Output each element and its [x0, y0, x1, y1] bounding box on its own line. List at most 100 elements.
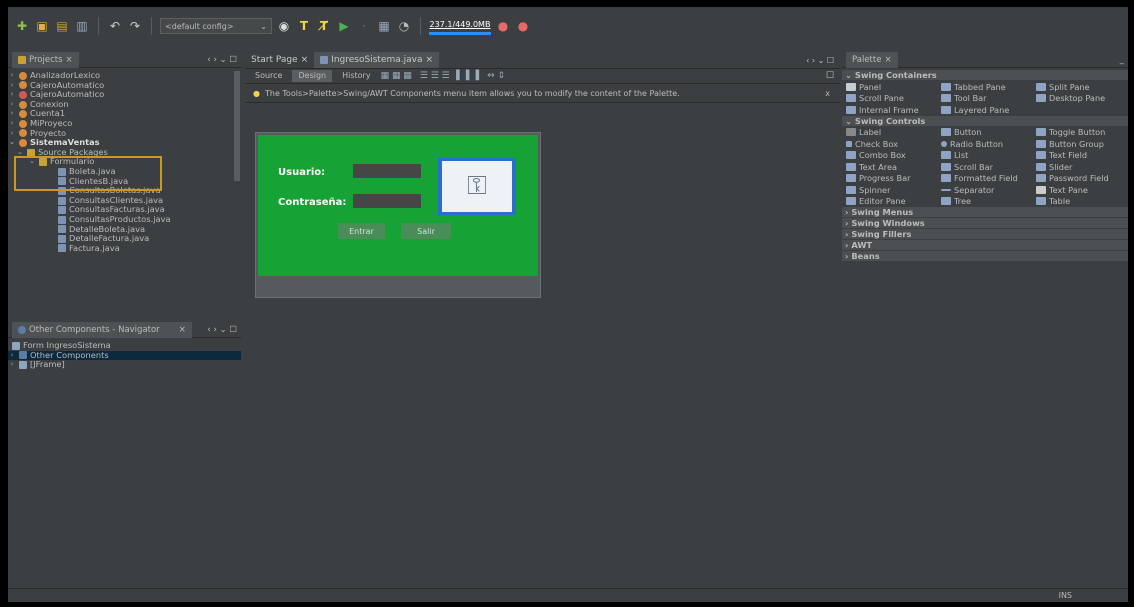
palette-item-editor-pane[interactable]: Editor Pane [842, 196, 937, 208]
category-label: Swing Controls [854, 115, 926, 126]
tree-item-file[interactable]: Factura.java [8, 243, 234, 254]
profile-icon[interactable]: ◔ [396, 18, 412, 34]
jframe-form[interactable]: Usuario: Contraseña: Entrar Salir ⚿ [255, 132, 541, 298]
palette-item-label: Tabbed Pane [954, 81, 1006, 92]
tab-palette[interactable]: Palette × [846, 51, 898, 68]
category-swing-containers[interactable]: ⌄ Swing Containers [842, 70, 1128, 80]
palette-item-tree[interactable]: Tree [937, 196, 1032, 208]
panel-controls-icon[interactable]: ‹ › ⌄ ☐ [207, 55, 237, 65]
resize-icons[interactable]: ⇔ ⇕ [487, 71, 505, 81]
palette-item-text-area[interactable]: Text Area [842, 161, 937, 173]
subtab-history[interactable]: History [336, 70, 376, 82]
category-swing-controls[interactable]: ⌄ Swing Controls [842, 115, 1128, 126]
palette-item-table[interactable]: Table [1032, 196, 1127, 208]
palette-item-formatted-field[interactable]: Formatted Field [937, 173, 1032, 185]
config-select[interactable]: <default config> ⌄ [160, 18, 272, 34]
open-project-icon[interactable]: ▤ [54, 18, 70, 34]
navigator-item-jframe[interactable]: › [JFrame] [8, 360, 241, 370]
tree-item-file[interactable]: DetalleFactura.java [8, 233, 234, 244]
entrar-button[interactable]: Entrar [338, 223, 385, 239]
undo-icon[interactable]: ↶ [107, 18, 123, 34]
palette-item-tabbed-pane[interactable]: Tabbed Pane [937, 81, 1032, 93]
radio-button-icon [941, 140, 947, 147]
clean-build-icon[interactable]: T̸ [316, 18, 332, 34]
split-pane-icon [1036, 82, 1046, 91]
palette-item-panel[interactable]: Panel [842, 81, 937, 93]
tab-start-page[interactable]: Start Page × [245, 52, 314, 68]
project-icon [19, 71, 27, 80]
palette-item-password-field[interactable]: Password Field [1032, 173, 1127, 185]
close-icon[interactable]: × [301, 55, 309, 65]
layered-pane-icon [941, 105, 951, 114]
palette-item-text-field[interactable]: Text Field [1032, 150, 1127, 162]
category-label: Swing Windows [851, 218, 925, 228]
close-icon[interactable]: × [425, 55, 433, 65]
debug-icon[interactable]: · [356, 18, 372, 34]
debug-project-icon[interactable]: ▦ [376, 18, 392, 34]
target-icon[interactable]: ◉ [276, 18, 292, 34]
scrollbar-thumb[interactable] [234, 71, 240, 181]
selection-mode-icon[interactable]: ▦ ▦ ▦ [381, 71, 412, 81]
navigator-icon [18, 325, 26, 334]
contrasena-field[interactable] [353, 194, 421, 208]
palette-item-internal-frame[interactable]: Internal Frame [842, 104, 937, 116]
palette-item-list[interactable]: List [937, 150, 1032, 162]
palette-item-scroll-bar[interactable]: Scroll Bar [937, 161, 1032, 173]
minimize-icon[interactable]: _ [1120, 55, 1124, 65]
palette-item-button[interactable]: Button [937, 127, 1032, 139]
palette-item-slider[interactable]: Slider [1032, 161, 1127, 173]
tab-ingresosistema[interactable]: IngresoSistema.java × [314, 52, 440, 68]
gc-icon[interactable]: ● [495, 18, 511, 34]
build-icon[interactable]: T [296, 18, 312, 34]
palette-item-label: Password Field [1049, 173, 1109, 184]
config-select-value: <default config> [165, 21, 234, 31]
category-swing-windows[interactable]: › Swing Windows [842, 218, 1128, 228]
form-content-panel[interactable]: Usuario: Contraseña: Entrar Salir ⚿ [258, 135, 538, 276]
redo-icon[interactable]: ↷ [127, 18, 143, 34]
category-awt[interactable]: › AWT [842, 240, 1128, 250]
palette-item-spinner[interactable]: Spinner [842, 184, 937, 196]
align-icons[interactable]: ☰ ☰ ☰ ▐ ▐ ▐ [420, 71, 479, 81]
category-swing-menus[interactable]: › Swing Menus [842, 207, 1128, 217]
palette-item-split-pane[interactable]: Split Pane [1032, 81, 1127, 93]
tip-close-button[interactable]: x [825, 89, 830, 98]
palette-item-separator[interactable]: Separator [937, 184, 1032, 196]
maximize-icon[interactable]: ☐ [826, 71, 840, 81]
palette-item-label[interactable]: Label [842, 127, 937, 139]
close-icon[interactable]: × [66, 55, 73, 65]
palette-item-label: Separator [954, 184, 995, 195]
close-icon[interactable]: × [884, 55, 891, 65]
tab-projects[interactable]: Projects × [12, 51, 79, 68]
projects-scrollbar[interactable] [234, 69, 240, 318]
tab-navigator[interactable]: Other Components - Navigator × [12, 321, 192, 338]
palette-item-toggle-button[interactable]: Toggle Button [1032, 127, 1127, 139]
navigator-tree: Form IngresoSistema › Other Components ›[… [8, 341, 241, 581]
usuario-field[interactable] [353, 164, 421, 178]
check-box-icon [846, 140, 852, 147]
save-all-icon[interactable]: ▥ [74, 18, 90, 34]
palette-item-radio-button[interactable]: Radio Button [937, 138, 1032, 150]
category-swing-fillers[interactable]: › Swing Fillers [842, 229, 1128, 239]
editor-tabs: Start Page × IngresoSistema.java × ‹ › ⌄… [245, 52, 840, 69]
panel-controls-icon[interactable]: ‹ › ⌄ ☐ [207, 325, 237, 335]
run-icon[interactable]: ▶ [336, 18, 352, 34]
subtab-source[interactable]: Source [249, 70, 288, 82]
palette-item-scroll-pane[interactable]: Scroll Pane [842, 93, 937, 105]
subtab-design[interactable]: Design [292, 70, 333, 82]
palette-item-desktop-pane[interactable]: Desktop Pane [1032, 93, 1127, 105]
palette-item-text-pane[interactable]: Text Pane [1032, 184, 1127, 196]
close-icon[interactable]: × [179, 325, 186, 335]
palette-item-tool-bar[interactable]: Tool Bar [937, 93, 1032, 105]
new-file-icon[interactable]: ✚ [14, 18, 30, 34]
palette-item-button-group[interactable]: Button Group [1032, 138, 1127, 150]
palette-item-check-box[interactable]: Check Box [842, 138, 937, 150]
palette-item-layered-pane[interactable]: Layered Pane [937, 104, 1032, 116]
memory-indicator[interactable]: 237.1/449.0MB [429, 18, 491, 35]
gc-alt-icon[interactable]: ● [515, 18, 531, 34]
editor-tab-controls-icon[interactable]: ‹ › ⌄ ☐ [806, 56, 840, 65]
category-beans[interactable]: › Beans [842, 251, 1128, 261]
palette-item-progress-bar[interactable]: Progress Bar [842, 173, 937, 185]
palette-item-combo-box[interactable]: Combo Box [842, 150, 937, 162]
salir-button[interactable]: Salir [401, 223, 451, 239]
new-project-icon[interactable]: ▣ [34, 18, 50, 34]
